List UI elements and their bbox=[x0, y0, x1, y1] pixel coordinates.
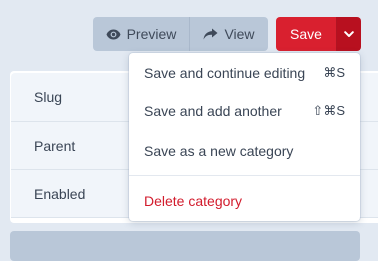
field-label: Parent bbox=[34, 138, 76, 154]
save-dropdown-menu: Save and continue editing ⌘S Save and ad… bbox=[129, 53, 360, 221]
menu-item-save-continue[interactable]: Save and continue editing ⌘S bbox=[129, 53, 360, 93]
shortcut-hint: ⇧⌘S bbox=[312, 103, 345, 118]
save-split-button: Save bbox=[276, 17, 361, 51]
view-button[interactable]: View bbox=[190, 17, 268, 51]
menu-item-delete[interactable]: Delete category bbox=[129, 181, 360, 221]
preview-button[interactable]: Preview bbox=[93, 17, 190, 51]
view-label: View bbox=[224, 26, 255, 42]
chevron-down-icon bbox=[344, 25, 354, 43]
menu-item-label: Save and continue editing bbox=[144, 65, 306, 81]
share-arrow-icon bbox=[203, 28, 218, 40]
menu-item-label: Save as a new category bbox=[144, 143, 294, 159]
save-menu-toggle[interactable] bbox=[337, 17, 361, 51]
menu-item-label: Save and add another bbox=[144, 103, 282, 119]
secondary-actions-group: Preview View bbox=[93, 17, 268, 51]
menu-item-save-as-new[interactable]: Save as a new category bbox=[129, 131, 360, 171]
eye-icon bbox=[106, 29, 121, 40]
field-label: Slug bbox=[34, 89, 63, 105]
menu-item-label: Delete category bbox=[144, 193, 243, 209]
next-section-bar bbox=[10, 231, 360, 261]
save-button[interactable]: Save bbox=[276, 17, 337, 51]
menu-divider bbox=[129, 175, 360, 176]
preview-label: Preview bbox=[126, 26, 177, 42]
shortcut-hint: ⌘S bbox=[323, 65, 345, 80]
menu-item-save-add-another[interactable]: Save and add another ⇧⌘S bbox=[129, 91, 360, 131]
field-label: Enabled bbox=[34, 186, 86, 202]
